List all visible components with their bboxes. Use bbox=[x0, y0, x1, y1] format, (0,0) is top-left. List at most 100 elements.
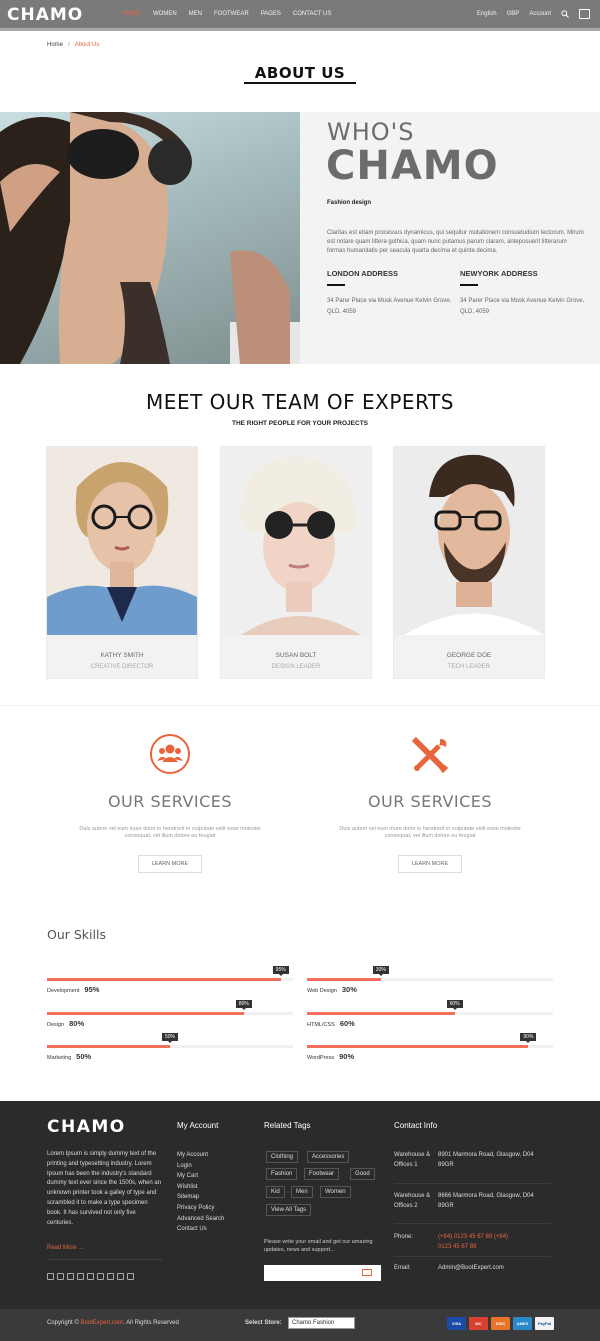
nav-contact[interactable]: CONTACT US bbox=[287, 10, 337, 18]
vimeo-icon[interactable] bbox=[127, 1273, 134, 1280]
skill-bar-fill bbox=[307, 1012, 455, 1015]
copyright-suffix: . All Rights Reserved bbox=[123, 1320, 179, 1326]
tumblr-icon[interactable] bbox=[117, 1273, 124, 1280]
hero-whos: WHO'S bbox=[327, 118, 415, 146]
paypal-icon: PayPal bbox=[535, 1317, 554, 1330]
member-role: DESIGN LEADER bbox=[271, 664, 321, 670]
skill-tooltip: 80% bbox=[235, 1000, 252, 1010]
account-links: My Account Login My Cart Wishlist Sitema… bbox=[177, 1150, 224, 1235]
member-name: SUSAN BOLT bbox=[275, 652, 317, 659]
header-tools: English GBP Account bbox=[477, 9, 590, 19]
breadcrumb-home[interactable]: Home bbox=[47, 42, 63, 48]
copyright-brand-link[interactable]: BootExpert.com bbox=[80, 1320, 123, 1326]
twitter-icon[interactable] bbox=[57, 1273, 64, 1280]
skills-title: Our Skills bbox=[47, 927, 106, 942]
store-select[interactable]: Chamo Fashion bbox=[288, 1317, 355, 1329]
contact-info-heading: Contact Info bbox=[394, 1121, 438, 1130]
search-icon[interactable] bbox=[561, 10, 569, 18]
linkedin-icon[interactable] bbox=[77, 1273, 84, 1280]
nav-pages[interactable]: PAGES bbox=[255, 10, 287, 18]
instagram-icon[interactable] bbox=[107, 1273, 114, 1280]
link-contact-us[interactable]: Contact Us bbox=[177, 1224, 224, 1235]
language-select[interactable]: English bbox=[477, 11, 497, 17]
tag-clothing[interactable]: Clothing bbox=[266, 1151, 299, 1163]
link-login[interactable]: Login bbox=[177, 1161, 224, 1172]
envelope-icon[interactable] bbox=[362, 1269, 372, 1276]
london-address-heading: LONDON ADDRESS bbox=[327, 269, 398, 278]
member-name: KATHY SMITH bbox=[100, 652, 144, 659]
team-photo bbox=[394, 447, 544, 635]
pinterest-icon[interactable] bbox=[97, 1273, 104, 1280]
link-my-cart[interactable]: My Cart bbox=[177, 1171, 224, 1182]
link-my-account[interactable]: My Account bbox=[177, 1150, 224, 1161]
link-privacy-policy[interactable]: Privacy Policy bbox=[177, 1203, 224, 1214]
contact-divider bbox=[394, 1223, 551, 1224]
skill-percent: 60% bbox=[339, 1019, 355, 1028]
tag-view-all[interactable]: View All Tags bbox=[266, 1204, 312, 1216]
learn-more-button[interactable]: LEARN MORE bbox=[138, 855, 202, 873]
team-card[interactable]: SUSAN BOLT DESIGN LEADER bbox=[220, 446, 372, 679]
team-title: MEET OUR TEAM OF EXPERTS bbox=[146, 390, 454, 414]
skill-name: Design bbox=[47, 1022, 65, 1028]
skill-tooltip: 90% bbox=[520, 1033, 537, 1043]
team-card[interactable]: GEORGE DOE TECH LEADER bbox=[393, 446, 545, 679]
related-tags-heading: Related Tags bbox=[264, 1121, 311, 1130]
link-advanced-search[interactable]: Advanced Search bbox=[177, 1214, 224, 1225]
service-title: OUR SERVICES bbox=[367, 792, 493, 811]
skill-bar-fill bbox=[47, 1012, 244, 1015]
skill-name: Web Design bbox=[307, 988, 337, 994]
nav-women[interactable]: WOMEN bbox=[147, 10, 183, 18]
breadcrumb-current: About Us bbox=[74, 42, 100, 48]
team-card[interactable]: KATHY SMITH CREATIVE DIRECTOR bbox=[46, 446, 198, 679]
phone-label: Phone: bbox=[394, 1234, 414, 1240]
skill-tooltip: 60% bbox=[446, 1000, 463, 1010]
tag-accessories[interactable]: Accessories bbox=[307, 1151, 350, 1163]
team-photo bbox=[221, 447, 371, 635]
users-icon bbox=[150, 734, 190, 774]
visa-icon: VISA bbox=[447, 1317, 466, 1330]
currency-select[interactable]: GBP bbox=[507, 11, 520, 17]
read-more-link[interactable]: Read More → bbox=[47, 1245, 84, 1251]
cart-icon[interactable] bbox=[579, 9, 590, 19]
page-title: ABOUT US bbox=[254, 64, 346, 82]
google-plus-icon[interactable] bbox=[67, 1273, 74, 1280]
top-header: CHAMO HOME WOMEN MEN FOOTWEAR PAGES CONT… bbox=[0, 0, 600, 31]
hero-subtitle: Fashion design bbox=[327, 200, 372, 206]
nav-men[interactable]: MEN bbox=[183, 10, 208, 18]
team-subtitle: THE RIGHT PEOPLE FOR YOUR PROJECTS bbox=[231, 420, 369, 427]
tag-footwear[interactable]: Footwear bbox=[304, 1168, 340, 1180]
service-title: OUR SERVICES bbox=[107, 792, 233, 811]
discover-icon: DISC bbox=[491, 1317, 510, 1330]
copyright-prefix: Copyright © bbox=[47, 1320, 79, 1326]
skill-percent: 50% bbox=[76, 1052, 92, 1061]
skill-label: HTML/CSS 60% bbox=[307, 1019, 355, 1028]
tag-good[interactable]: Good bbox=[350, 1168, 375, 1180]
learn-more-button[interactable]: LEARN MORE bbox=[398, 855, 462, 873]
skill-percent: 30% bbox=[341, 985, 357, 994]
account-menu[interactable]: Account bbox=[529, 11, 551, 17]
facebook-icon[interactable] bbox=[47, 1273, 54, 1280]
link-sitemap[interactable]: Sitemap bbox=[177, 1192, 224, 1203]
tag-men[interactable]: Men bbox=[291, 1186, 313, 1198]
skill-bar: 95% bbox=[47, 966, 293, 981]
nav-footwear[interactable]: FOOTWEAR bbox=[208, 10, 255, 18]
tag-women[interactable]: Women bbox=[320, 1186, 351, 1198]
skill-label: Design 80% bbox=[47, 1019, 84, 1028]
skill-bar: 90% bbox=[307, 1033, 553, 1048]
tag-kid[interactable]: Kid bbox=[266, 1186, 285, 1198]
member-name: GEORGE DOE bbox=[446, 652, 492, 659]
contact-divider bbox=[394, 1256, 551, 1257]
email-value[interactable]: Admin@BootExpert.com bbox=[438, 1263, 548, 1273]
logo[interactable]: CHAMO bbox=[7, 5, 83, 25]
rss-icon[interactable] bbox=[87, 1273, 94, 1280]
footer-divider bbox=[47, 1259, 162, 1260]
link-wishlist[interactable]: Wishlist bbox=[177, 1182, 224, 1193]
footer-logo[interactable]: CHAMO bbox=[47, 1117, 126, 1137]
skill-percent: 90% bbox=[339, 1052, 355, 1061]
team-photo bbox=[47, 447, 197, 635]
nav-home[interactable]: HOME bbox=[117, 10, 147, 18]
my-account-heading: My Account bbox=[177, 1121, 219, 1130]
tag-fashion[interactable]: Fashion bbox=[266, 1168, 298, 1180]
phone-value: (+84) 0123 45 67 89 (+84) 0123 45 67 89 bbox=[438, 1234, 509, 1250]
london-divider bbox=[327, 284, 345, 286]
